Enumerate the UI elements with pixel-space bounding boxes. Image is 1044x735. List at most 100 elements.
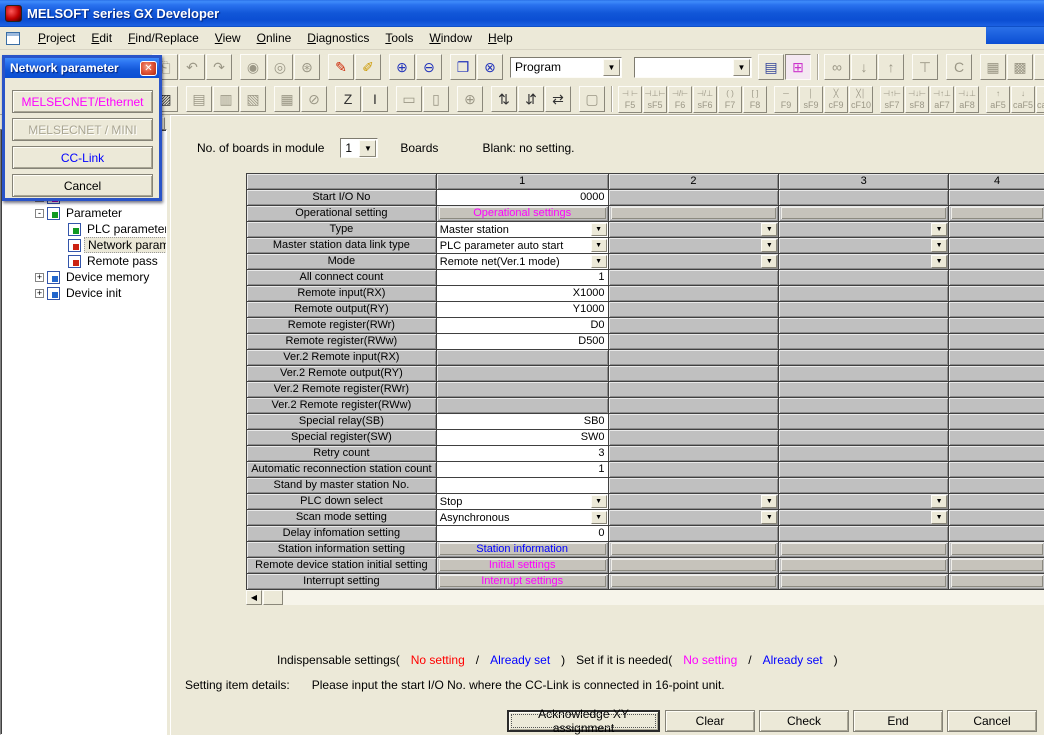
zoom-in-icon[interactable]: ⊕ — [389, 54, 415, 80]
cell-scan-mode-setting-2[interactable]: ▼ — [609, 510, 780, 526]
cell-scan-mode-setting-3[interactable]: ▼ — [779, 510, 949, 526]
collapse-icon[interactable]: - — [35, 209, 44, 218]
window-front-icon[interactable]: ▭ — [396, 86, 422, 112]
tree-item-device-init[interactable]: +Device init — [1, 285, 166, 301]
cell-start-i-o-no-1[interactable]: 0000 — [437, 190, 609, 206]
ladder-key-af7[interactable]: ⊣↑⊥aF7 — [930, 86, 954, 113]
cell-plc-down-select-3[interactable]: ▼ — [779, 494, 949, 510]
cell-plc-down-select-4[interactable] — [949, 494, 1044, 510]
cell-ver-2-remote-register-rww-3[interactable] — [779, 398, 949, 414]
cell-all-connect-count-1[interactable]: 1 — [437, 270, 609, 286]
cell-plc-down-select-1[interactable]: Stop▼ — [437, 494, 609, 510]
dialog-button-melsecnet-mini[interactable]: MELSECNET / MINI — [12, 118, 153, 141]
cell-remote-device-station-initial-setting-1-button[interactable]: Initial settings — [439, 559, 606, 571]
find-replace-icon[interactable]: ◎ — [267, 54, 293, 80]
insert-mode-icon[interactable]: ✐ — [355, 54, 381, 80]
cell-special-register-sw-1[interactable]: SW0 — [437, 430, 609, 446]
menu-view[interactable]: View — [207, 28, 249, 48]
cell-station-information-setting-1-button[interactable]: Station information — [439, 543, 606, 555]
target-select[interactable]: ▼ — [634, 57, 752, 78]
chevron-down-icon[interactable]: ▼ — [603, 59, 620, 76]
cell-interrupt-setting-2[interactable] — [609, 574, 780, 590]
cell-ver-2-remote-register-rwr-3[interactable] — [779, 382, 949, 398]
cell-special-relay-sb-4[interactable] — [949, 414, 1044, 430]
cell-remote-output-ry-1[interactable]: Y1000 — [437, 302, 609, 318]
project-review-icon[interactable]: ⊗ — [477, 54, 503, 80]
ladder-key-sf6[interactable]: ⊣/⊥sF6 — [693, 86, 717, 113]
cell-ver-2-remote-register-rww-4[interactable] — [949, 398, 1044, 414]
ladder-insert-icon[interactable]: ▥ — [213, 86, 239, 112]
cell-remote-register-rwr-3[interactable] — [779, 318, 949, 334]
write-mode-icon[interactable]: ✎ — [328, 54, 354, 80]
tree-item-parameter[interactable]: -Parameter — [1, 205, 166, 221]
menu-edit[interactable]: Edit — [83, 28, 120, 48]
cell-ver-2-remote-input-rx-3[interactable] — [779, 350, 949, 366]
ladder-key-cf10[interactable]: ╳│cF10 — [849, 86, 873, 113]
cell-mode-4[interactable] — [949, 254, 1044, 270]
cell-scan-mode-setting-1[interactable]: Asynchronous▼ — [437, 510, 609, 526]
cell-type-2[interactable]: ▼ — [609, 222, 780, 238]
cell-ver-2-remote-output-ry-3[interactable] — [779, 366, 949, 382]
cell-plc-down-select-2[interactable]: ▼ — [609, 494, 780, 510]
comment-display-icon[interactable]: ▤ — [758, 54, 784, 80]
chevron-down-icon[interactable]: ▼ — [931, 239, 947, 252]
menu-online[interactable]: Online — [249, 28, 300, 48]
cell-remote-input-rx-2[interactable] — [609, 286, 780, 302]
cell-automatic-reconnection-station-count-3[interactable] — [779, 462, 949, 478]
cell-all-connect-count-2[interactable] — [609, 270, 780, 286]
cell-remote-device-station-initial-setting-2-button[interactable] — [611, 559, 777, 571]
cell-remote-output-ry-3[interactable] — [779, 302, 949, 318]
cell-stand-by-master-station-no-1[interactable] — [437, 478, 609, 494]
cell-interrupt-setting-1-button[interactable]: Interrupt settings — [439, 575, 606, 587]
find-icon[interactable]: ◉ — [240, 54, 266, 80]
network-monitor-icon[interactable]: ⊕ — [457, 86, 483, 112]
cell-special-register-sw-3[interactable] — [779, 430, 949, 446]
cell-scan-mode-setting-4[interactable] — [949, 510, 1044, 526]
cell-station-information-setting-3-button[interactable] — [781, 543, 946, 555]
menu-diagnostics[interactable]: Diagnostics — [299, 28, 377, 48]
project-data-list-icon[interactable]: ⊞ — [785, 54, 811, 80]
cell-station-information-setting-2-button[interactable] — [611, 543, 777, 555]
chevron-down-icon[interactable]: ▼ — [761, 495, 777, 508]
cell-operational-setting-4[interactable] — [949, 206, 1044, 222]
cell-delay-infomation-setting-1[interactable]: 0 — [437, 526, 609, 542]
ladder-key-af5[interactable]: ↑aF5 — [986, 86, 1010, 113]
statement-icon[interactable]: Z — [335, 86, 361, 112]
cell-remote-device-station-initial-setting-3[interactable] — [779, 558, 949, 574]
cell-retry-count-2[interactable] — [609, 446, 780, 462]
cell-operational-setting-1[interactable]: Operational settings — [437, 206, 609, 222]
ladder-key-sf9[interactable]: │sF9 — [799, 86, 823, 113]
cell-type-1[interactable]: Master station▼ — [437, 222, 609, 238]
cell-type-4[interactable] — [949, 222, 1044, 238]
cell-operational-setting-3-button[interactable] — [781, 207, 946, 219]
cell-master-station-data-link-type-3[interactable]: ▼ — [779, 238, 949, 254]
cell-operational-setting-3[interactable] — [779, 206, 949, 222]
cell-remote-input-rx-4[interactable] — [949, 286, 1044, 302]
chevron-down-icon[interactable]: ▼ — [761, 255, 777, 268]
cell-remote-device-station-initial-setting-3-button[interactable] — [781, 559, 946, 571]
menu-window[interactable]: Window — [421, 28, 480, 48]
ladder-key-f7[interactable]: ( )F7 — [718, 86, 742, 113]
cell-interrupt-setting-3-button[interactable] — [781, 575, 946, 587]
cell-station-information-setting-1[interactable]: Station information — [437, 542, 609, 558]
cell-special-relay-sb-3[interactable] — [779, 414, 949, 430]
cell-remote-register-rww-3[interactable] — [779, 334, 949, 350]
chevron-down-icon[interactable]: ▼ — [591, 255, 607, 268]
cell-remote-device-station-initial-setting-4-button[interactable] — [951, 559, 1043, 571]
cell-type-3[interactable]: ▼ — [779, 222, 949, 238]
undo-icon[interactable]: ↶ — [179, 54, 205, 80]
cell-remote-register-rww-4[interactable] — [949, 334, 1044, 350]
cell-operational-setting-1-button[interactable]: Operational settings — [439, 207, 606, 219]
menu-tools[interactable]: Tools — [377, 28, 421, 48]
end-button[interactable]: End — [853, 710, 943, 732]
ladder-key-sf5[interactable]: ⊣⊥⊢sF5 — [643, 86, 667, 113]
line-insert-icon[interactable]: ⇅ — [491, 86, 517, 112]
cell-remote-device-station-initial-setting-2[interactable] — [609, 558, 780, 574]
cell-start-i-o-no-4[interactable] — [949, 190, 1044, 206]
cell-operational-setting-4-button[interactable] — [951, 207, 1043, 219]
clear-button[interactable]: Clear — [665, 710, 755, 732]
clock-setting-icon[interactable]: ⊘ — [301, 86, 327, 112]
cell-mode-1[interactable]: Remote net(Ver.1 mode)▼ — [437, 254, 609, 270]
cell-special-relay-sb-1[interactable]: SB0 — [437, 414, 609, 430]
redo-icon[interactable]: ↷ — [206, 54, 232, 80]
